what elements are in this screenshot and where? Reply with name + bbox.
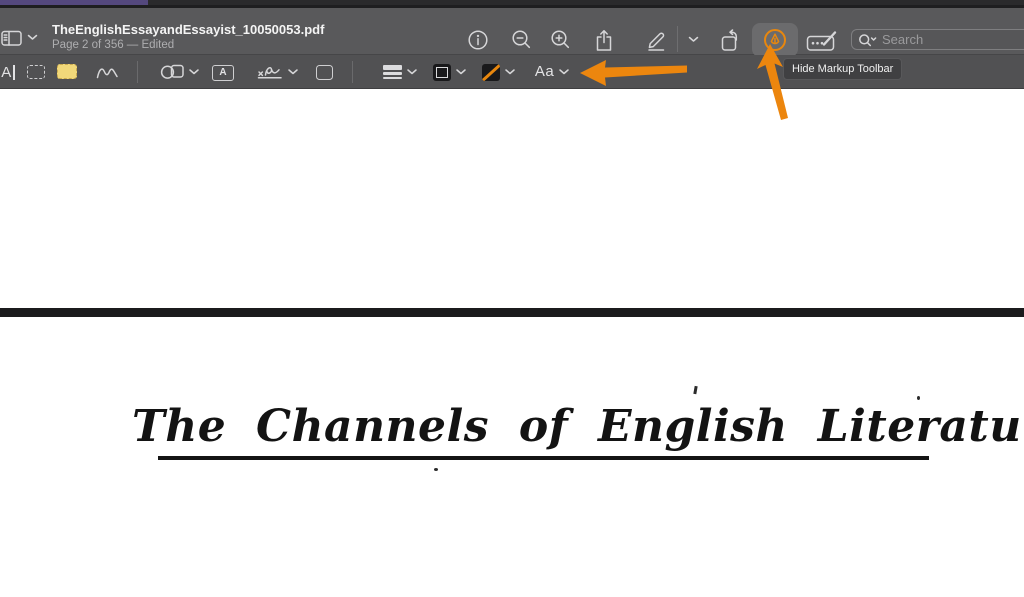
window-title: TheEnglishEssayandEssayist_10050053.pdf bbox=[52, 22, 325, 37]
window-subtitle: Page 2 of 356 — Edited bbox=[52, 39, 175, 51]
zoom-out-button[interactable] bbox=[510, 28, 534, 52]
text-selection-icon: A bbox=[1, 64, 15, 80]
chevron-down-icon bbox=[407, 69, 417, 75]
scan-speck bbox=[434, 468, 438, 471]
line-thickness-icon bbox=[383, 65, 402, 79]
text-selection-tool[interactable]: A bbox=[0, 63, 19, 81]
document-heading-underline bbox=[158, 456, 929, 460]
chevron-down-icon bbox=[688, 36, 698, 42]
share-button[interactable] bbox=[592, 27, 616, 53]
search-input[interactable] bbox=[882, 32, 1024, 47]
fill-color-swatch bbox=[481, 63, 500, 81]
page-scan-edge bbox=[0, 308, 1024, 317]
signature-icon bbox=[257, 66, 282, 79]
tooltip: Hide Markup Toolbar bbox=[783, 58, 903, 80]
markup-pen-icon bbox=[647, 32, 664, 51]
search-icon bbox=[859, 33, 877, 46]
info-icon bbox=[468, 30, 488, 50]
sidebar-icon bbox=[1, 30, 22, 46]
chevron-down-icon bbox=[559, 68, 569, 74]
sketch-tool[interactable] bbox=[95, 64, 119, 80]
zoom-out-icon bbox=[512, 30, 531, 49]
markup-pen-menu-button[interactable] bbox=[686, 34, 700, 44]
signature-tool[interactable] bbox=[254, 62, 300, 81]
text-style-label: Aa bbox=[534, 63, 555, 80]
toolbar-separator bbox=[137, 61, 138, 83]
rectangular-selection-icon bbox=[27, 65, 45, 79]
rectangular-selection-tool[interactable] bbox=[26, 64, 46, 80]
sidebar-menu-button[interactable] bbox=[26, 33, 39, 42]
rotate-left-icon bbox=[721, 28, 738, 51]
annotation-arrow-up bbox=[757, 44, 788, 120]
rotate-left-button[interactable] bbox=[718, 27, 744, 53]
document-heading: The Channels of English Literature bbox=[132, 401, 1024, 452]
search-field[interactable] bbox=[851, 29, 1024, 50]
toolbar-separator bbox=[352, 61, 353, 83]
chevron-down-icon bbox=[188, 68, 199, 74]
redact-icon bbox=[57, 64, 77, 79]
shape-style-tool[interactable] bbox=[379, 63, 421, 81]
chevron-down-icon bbox=[288, 68, 298, 74]
sketch-icon bbox=[96, 68, 118, 79]
chevron-down-icon bbox=[504, 69, 515, 75]
annotation-arrow-left bbox=[580, 60, 687, 86]
shapes-tool[interactable] bbox=[159, 62, 199, 81]
border-color-swatch bbox=[432, 63, 451, 81]
text-box-tool[interactable]: A bbox=[211, 64, 235, 81]
titlebar: TheEnglishEssayandEssayist_10050053.pdf … bbox=[0, 8, 1024, 57]
zoom-in-icon bbox=[551, 30, 570, 49]
fill-and-sign-button[interactable] bbox=[803, 28, 841, 53]
sidebar-toggle-button[interactable] bbox=[1, 29, 23, 47]
shapes-icon bbox=[160, 64, 184, 79]
fill-color-tool[interactable] bbox=[478, 63, 518, 81]
scan-speck bbox=[917, 396, 920, 400]
toolbar-separator bbox=[677, 26, 678, 52]
redact-tool[interactable] bbox=[56, 63, 78, 80]
share-icon bbox=[596, 29, 612, 51]
chevron-down-icon bbox=[455, 69, 466, 75]
text-box-icon: A bbox=[212, 64, 234, 81]
note-tool[interactable] bbox=[314, 64, 334, 80]
zoom-in-button[interactable] bbox=[549, 28, 573, 52]
chevron-down-icon bbox=[27, 34, 38, 40]
fill-and-sign-icon bbox=[806, 31, 836, 51]
info-button[interactable] bbox=[466, 28, 490, 52]
scan-speck bbox=[693, 385, 698, 395]
border-color-tool[interactable] bbox=[429, 63, 469, 81]
preview-window: TheEnglishEssayandEssayist_10050053.pdf … bbox=[0, 0, 1024, 597]
text-style-tool[interactable]: Aa bbox=[529, 61, 575, 82]
note-icon bbox=[315, 64, 333, 80]
markup-pen-button[interactable] bbox=[643, 27, 669, 53]
desktop-strip bbox=[0, 0, 1024, 8]
